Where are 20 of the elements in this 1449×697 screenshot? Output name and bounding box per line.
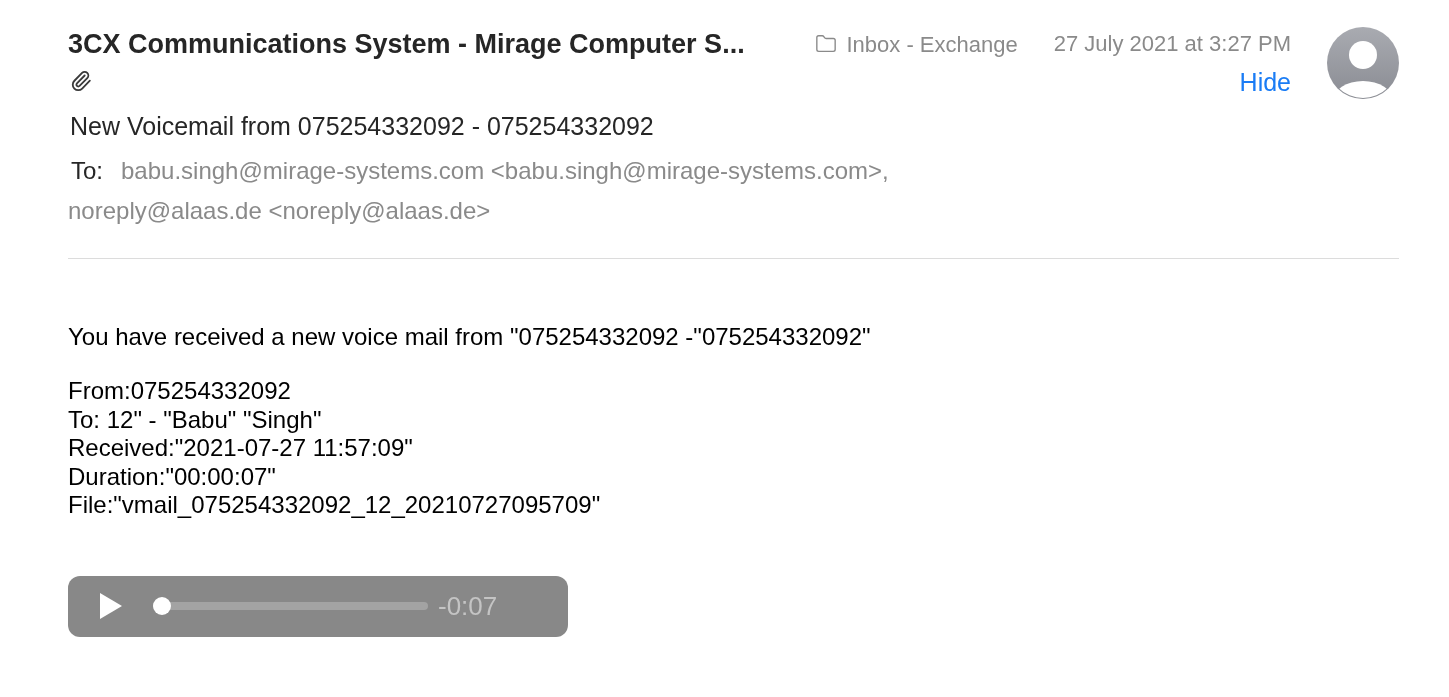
play-icon[interactable] [100,593,122,619]
detail-line: Duration:"00:00:07" [68,462,276,491]
sender-name: 3CX Communications System - Mirage Computer S... [68,28,745,61]
playhead-thumb[interactable] [153,597,171,615]
to-label: To: [71,156,103,186]
subject-text: New Voicemail from 075254332092 - 075254332092 [70,111,654,142]
recipient-address[interactable]: noreply@alaas.de <noreply@alaas.de> [68,191,491,231]
folder-label: Inbox - Exchange [846,30,1018,59]
recipient-address[interactable]: babu.singh@mirage-systems.com <babu.singh@mirage-systems.com>, [121,151,889,191]
date-text: 27 July 2021 at 3:27 PM [1053,30,1291,58]
folder-icon [814,33,837,55]
detail-line: Received:"2021-07-27 11:57:09" [68,434,413,463]
detail-line: File:"vmail_075254332092_12_20210727095709" [68,491,601,520]
message-text: You have received a new voice mail from "075254332092 -"075254332092" [68,323,871,351]
avatar-icon [1327,27,1399,99]
detail-line: To: 12" - "Babu" "Singh" [68,405,322,434]
detail-line: From:075254332092 [68,377,291,406]
progress-track[interactable] [153,597,428,615]
hide-link[interactable]: Hide [1239,67,1291,97]
remaining-time: -0:07 [438,589,498,623]
